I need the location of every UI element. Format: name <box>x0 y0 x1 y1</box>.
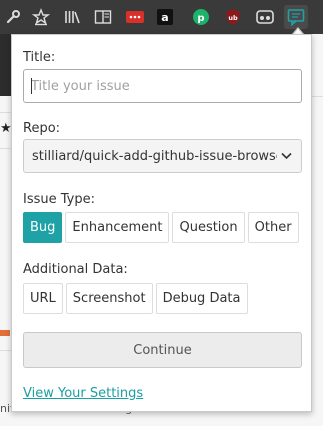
title-input[interactable] <box>23 69 302 103</box>
browser-toolbar: a p ub <box>0 0 323 34</box>
issue-type-label: Issue Type: <box>23 192 95 207</box>
repo-select[interactable]: stilliard/quick-add-github-issue-browser <box>23 139 302 173</box>
issue-popup: Title: Repo: stilliard/quick-add-github-… <box>11 34 312 412</box>
additional-screenshot-button[interactable]: Screenshot <box>65 283 153 314</box>
issue-type-bug-button[interactable]: Bug <box>23 212 63 243</box>
additional-data-group: URL Screenshot Debug Data <box>23 283 248 314</box>
continue-button[interactable]: Continue <box>23 332 302 368</box>
issue-type-group: Bug Enhancement Question Other <box>23 212 299 243</box>
additional-debug-data-button[interactable]: Debug Data <box>155 283 248 314</box>
text-caret <box>31 78 32 94</box>
pocket-extension-icon[interactable]: p <box>190 6 212 28</box>
amazon-extension-icon[interactable]: a <box>154 6 176 28</box>
repo-label: Repo: <box>23 121 61 136</box>
red-extension-icon[interactable] <box>124 6 146 28</box>
issue-type-enhancement-button[interactable]: Enhancement <box>65 212 170 243</box>
background-page-right <box>311 34 323 426</box>
repo-selected-value: stilliard/quick-add-github-issue-browser <box>32 148 277 164</box>
background-star-icon: ★ <box>0 121 12 136</box>
star-list-icon[interactable] <box>30 6 52 28</box>
library-icon[interactable] <box>61 6 83 28</box>
svg-text:a: a <box>161 11 168 24</box>
additional-url-button[interactable]: URL <box>23 283 63 314</box>
issue-type-question-button[interactable]: Question <box>172 212 245 243</box>
vr-extension-icon[interactable] <box>254 6 276 28</box>
issue-extension-icon[interactable] <box>284 5 308 29</box>
view-settings-link[interactable]: View Your Settings <box>23 386 143 401</box>
title-label: Title: <box>23 50 56 65</box>
background-red-marker <box>0 330 10 336</box>
additional-data-label: Additional Data: <box>23 262 128 277</box>
ublock-extension-icon[interactable]: ub <box>222 6 244 28</box>
issue-type-other-button[interactable]: Other <box>247 212 299 243</box>
svg-text:p: p <box>197 13 204 24</box>
chevron-down-icon <box>281 152 292 160</box>
reader-view-icon[interactable] <box>92 6 114 28</box>
svg-text:ub: ub <box>228 14 238 22</box>
background-divider <box>311 96 323 97</box>
wrench-icon[interactable] <box>2 6 24 28</box>
